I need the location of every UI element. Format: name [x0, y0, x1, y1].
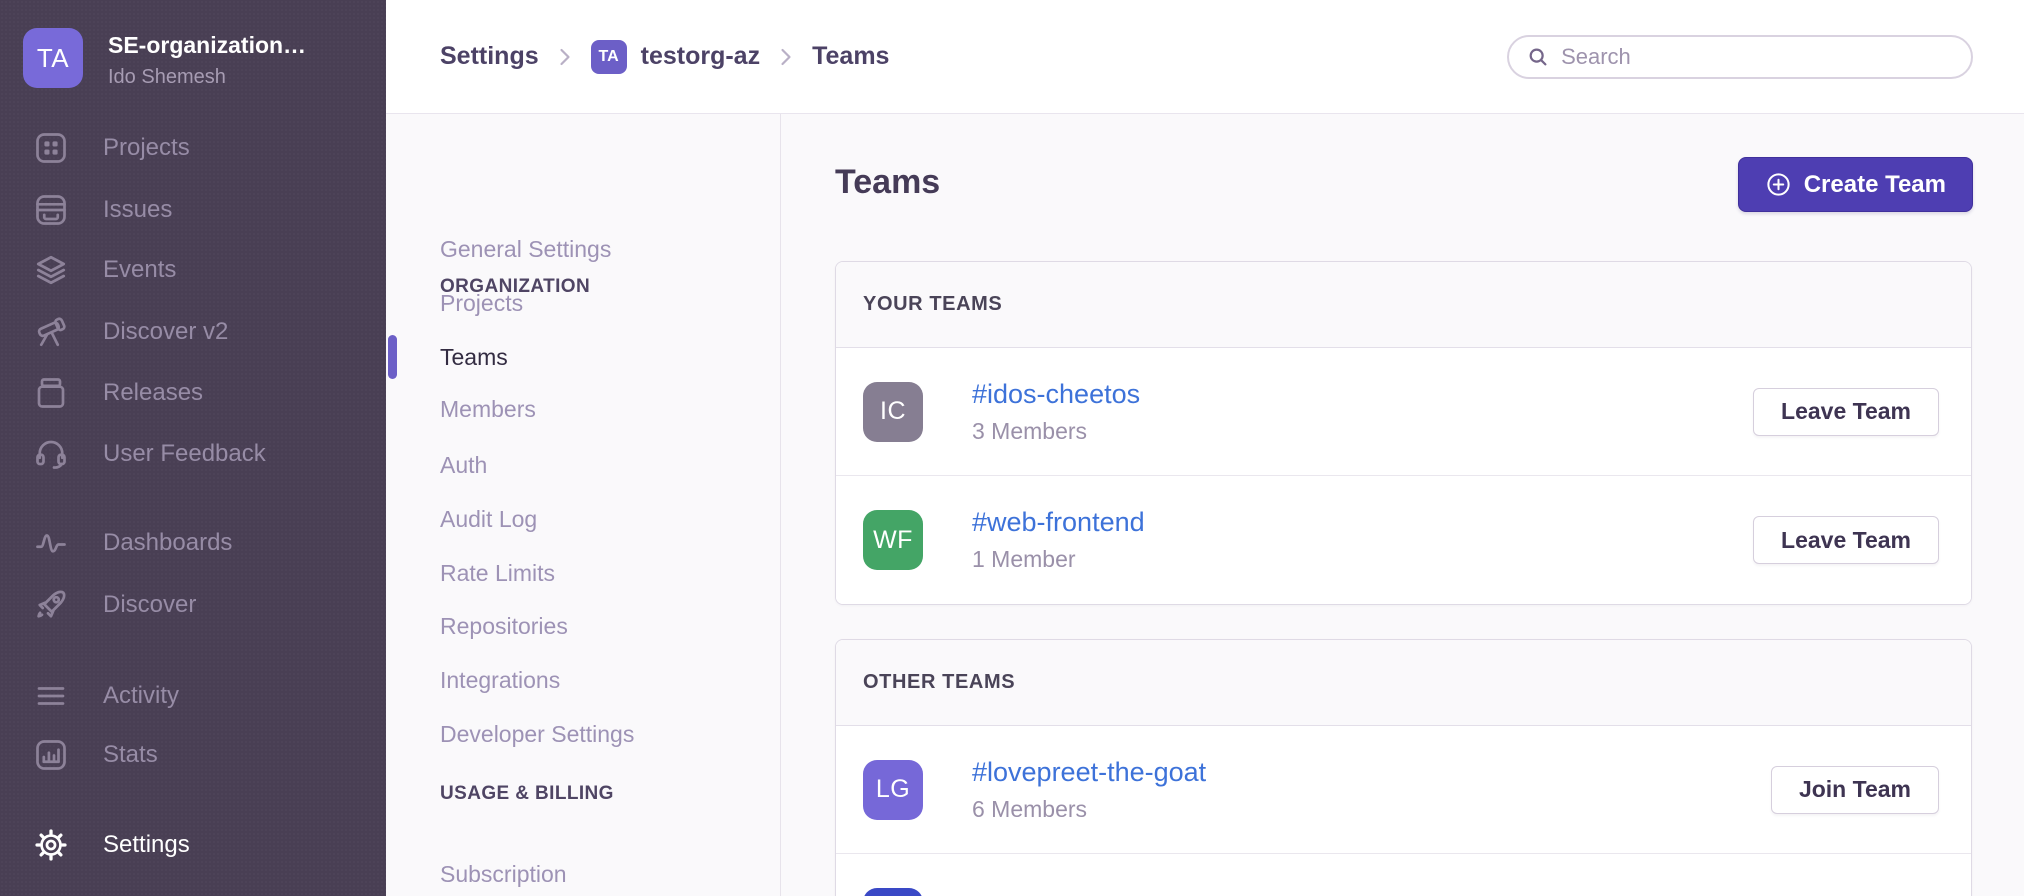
settings-nav-item-audit-log[interactable]: Audit Log — [440, 504, 537, 534]
breadcrumb-org[interactable]: TA testorg-az — [591, 40, 760, 74]
chevron-right-icon — [780, 47, 792, 67]
sidebar-item-label: Stats — [103, 741, 158, 769]
org-header[interactable]: TA SE-organization… Ido Shemesh — [23, 28, 306, 89]
settings-nav-item-members[interactable]: Members — [440, 394, 536, 424]
sidebar-item-label: Releases — [103, 379, 203, 407]
settings-nav: ORGANIZATION General Settings Projects T… — [386, 114, 781, 896]
rocket-icon — [33, 587, 69, 623]
panel-header: OTHER TEAMS — [836, 640, 1971, 726]
top-bar: Settings TA testorg-az Teams — [386, 0, 2024, 114]
team-avatar — [863, 888, 923, 896]
team-member-count: 6 Members — [972, 796, 1206, 823]
your-teams-panel: YOUR TEAMS IC #idos-cheetos 3 Members Le… — [835, 261, 1972, 605]
team-name-link[interactable]: #web-frontend — [972, 507, 1145, 538]
panel-header: YOUR TEAMS — [836, 262, 1971, 348]
team-meta: #web-frontend 1 Member — [972, 507, 1145, 573]
team-member-count: 1 Member — [972, 546, 1145, 573]
search-box[interactable] — [1507, 35, 1973, 79]
settings-nav-item-teams[interactable]: Teams — [440, 342, 508, 372]
list-lines-icon — [33, 678, 69, 714]
app-window: TA SE-organization… Ido Shemesh Projects — [0, 0, 2024, 896]
team-avatar: WF — [863, 510, 923, 570]
team-name-link[interactable]: #idos-cheetos — [972, 379, 1140, 410]
sidebar-item-releases[interactable]: Releases — [0, 369, 386, 417]
team-meta: #idos-cheetos 3 Members — [972, 379, 1140, 445]
create-team-label: Create Team — [1804, 171, 1946, 199]
team-row: LG #lovepreet-the-goat 6 Members Join Te… — [836, 726, 1971, 854]
team-row: WF #web-frontend 1 Member Leave Team — [836, 476, 1971, 604]
active-item-indicator — [388, 335, 397, 379]
search-icon — [1527, 45, 1549, 69]
sidebar-item-activity[interactable]: Activity — [0, 672, 386, 720]
breadcrumb-page[interactable]: Teams — [812, 42, 889, 71]
issues-icon — [33, 192, 69, 228]
org-badge: TA — [591, 40, 627, 74]
sidebar-item-issues[interactable]: Issues — [0, 186, 386, 234]
settings-nav-item-projects[interactable]: Projects — [440, 288, 523, 318]
projects-icon — [33, 130, 69, 166]
breadcrumb-settings[interactable]: Settings — [440, 42, 539, 71]
sidebar-item-dashboards[interactable]: Dashboards — [0, 519, 386, 567]
sidebar-item-discover[interactable]: Discover — [0, 581, 386, 629]
settings-nav-section-header: USAGE & BILLING — [440, 783, 614, 805]
settings-nav-item-rate-limits[interactable]: Rate Limits — [440, 558, 555, 588]
leave-team-button[interactable]: Leave Team — [1753, 516, 1939, 564]
team-avatar: IC — [863, 382, 923, 442]
create-team-button[interactable]: Create Team — [1738, 157, 1973, 212]
leave-team-button[interactable]: Leave Team — [1753, 388, 1939, 436]
search-input[interactable] — [1561, 44, 1953, 70]
settings-nav-item-auth[interactable]: Auth — [440, 450, 487, 480]
org-avatar[interactable]: TA — [23, 28, 83, 88]
partial-team-row — [836, 854, 1971, 896]
sidebar-item-label: User Feedback — [103, 440, 266, 468]
sidebar-item-label: Events — [103, 256, 176, 284]
page-title: Teams — [835, 163, 940, 202]
gear-icon — [33, 827, 69, 863]
bar-chart-icon — [33, 737, 69, 773]
org-name: SE-organization… — [108, 32, 306, 59]
primary-sidebar: TA SE-organization… Ido Shemesh Projects — [0, 0, 386, 896]
archive-box-icon — [33, 375, 69, 411]
sidebar-item-label: Discover — [103, 591, 196, 619]
team-meta: #lovepreet-the-goat 6 Members — [972, 757, 1206, 823]
body-row: ORGANIZATION General Settings Projects T… — [386, 114, 2024, 896]
team-avatar: LG — [863, 760, 923, 820]
telescope-icon — [33, 314, 69, 350]
sidebar-item-stats[interactable]: Stats — [0, 731, 386, 779]
settings-nav-item-subscription[interactable]: Subscription — [440, 859, 567, 889]
other-teams-panel: OTHER TEAMS LG #lovepreet-the-goat 6 Mem… — [835, 639, 1972, 896]
sidebar-item-label: Projects — [103, 134, 190, 162]
chevron-right-icon — [559, 47, 571, 67]
pulse-icon — [33, 525, 69, 561]
teams-content: Teams Create Team YOUR TEAMS IC #idos-ch… — [781, 114, 2024, 896]
sidebar-item-events[interactable]: Events — [0, 246, 386, 294]
sidebar-item-user-feedback[interactable]: User Feedback — [0, 430, 386, 478]
sidebar-item-label: Discover v2 — [103, 318, 228, 346]
sidebar-item-discover-v2[interactable]: Discover v2 — [0, 308, 386, 356]
headset-icon — [33, 436, 69, 472]
settings-nav-item-developer-settings[interactable]: Developer Settings — [440, 719, 634, 749]
sidebar-item-projects[interactable]: Projects — [0, 124, 386, 172]
team-member-count: 3 Members — [972, 418, 1140, 445]
settings-nav-item-integrations[interactable]: Integrations — [440, 665, 560, 695]
sidebar-item-label: Dashboards — [103, 529, 232, 557]
sidebar-item-label: Settings — [103, 831, 190, 859]
settings-nav-item-general-settings[interactable]: General Settings — [440, 234, 611, 264]
team-name-link[interactable]: #lovepreet-the-goat — [972, 757, 1206, 788]
breadcrumb-org-name: testorg-az — [641, 42, 760, 71]
join-team-button[interactable]: Join Team — [1771, 766, 1939, 814]
settings-nav-item-repositories[interactable]: Repositories — [440, 611, 568, 641]
org-meta: SE-organization… Ido Shemesh — [108, 28, 306, 89]
sidebar-item-label: Activity — [103, 682, 179, 710]
team-row: IC #idos-cheetos 3 Members Leave Team — [836, 348, 1971, 476]
org-user-name: Ido Shemesh — [108, 66, 306, 89]
plus-circle-icon — [1765, 171, 1792, 198]
events-icon — [33, 252, 69, 288]
sidebar-item-label: Issues — [103, 196, 172, 224]
sidebar-item-settings[interactable]: Settings — [0, 821, 386, 869]
main-area: Settings TA testorg-az Teams — [386, 0, 2024, 896]
